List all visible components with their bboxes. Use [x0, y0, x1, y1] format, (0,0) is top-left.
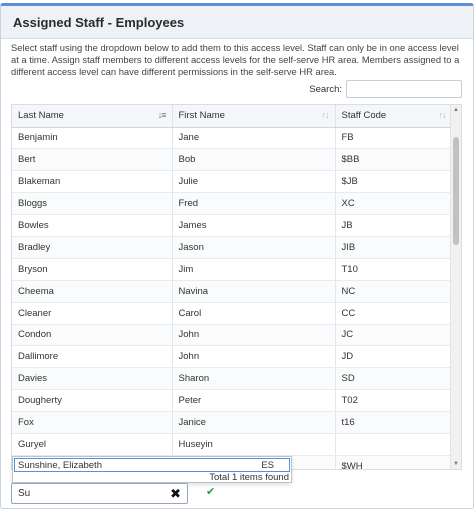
cell-first-name: John	[172, 345, 336, 369]
cell-staff-code: JB	[335, 214, 453, 237]
cell-last-name: Davies	[12, 367, 173, 391]
table-row[interactable]: Cleaner Carol CC	[12, 302, 453, 325]
panel-header: Assigned Staff - Employees	[1, 6, 473, 39]
cell-first-name: Fred	[172, 192, 336, 216]
table-row[interactable]: Davies Sharon SD	[12, 367, 453, 391]
sort-icon: ↑↓	[438, 110, 447, 120]
cell-last-name: Bert	[12, 148, 173, 172]
cell-staff-code: t16	[335, 411, 453, 434]
table-row[interactable]: Bradley Jason JIB	[12, 236, 453, 259]
cell-last-name: Fox	[12, 411, 173, 434]
scroll-up-icon[interactable]: ▲	[451, 105, 461, 115]
intro-text: Select staff using the dropdown below to…	[11, 42, 460, 77]
cell-first-name: John	[172, 324, 336, 347]
cell-staff-code: $WH	[335, 455, 453, 469]
table-row[interactable]: Benjamin Jane FB	[12, 127, 453, 150]
scroll-down-icon[interactable]: ▼	[451, 459, 461, 469]
cell-staff-code: CC	[335, 302, 453, 325]
cell-first-name: Jason	[172, 236, 336, 259]
cell-staff-code: NC	[335, 280, 453, 303]
sort-alpha-down-icon: ↓≡	[157, 110, 167, 120]
staff-table-container: Last Name ↓≡ First Name ↑↓ Staff Code ↑↓…	[11, 104, 462, 470]
cell-last-name: Bradley	[12, 236, 173, 259]
table-scrollbar[interactable]: ▲ ▼	[450, 105, 461, 469]
cell-staff-code: SD	[335, 367, 453, 391]
cell-last-name: Cleaner	[12, 302, 173, 325]
cell-staff-code: JC	[335, 324, 453, 347]
cell-first-name: Huseyin	[172, 433, 336, 456]
column-header-first-name[interactable]: First Name ↑↓	[172, 105, 336, 128]
cell-first-name: Jane	[172, 127, 336, 150]
table-row[interactable]: Blakeman Julie $JB	[12, 170, 453, 194]
cell-staff-code	[335, 433, 453, 456]
cell-first-name: Janice	[172, 411, 336, 434]
cell-staff-code: XC	[335, 192, 453, 216]
table-row[interactable]: Cheema Navina NC	[12, 280, 453, 303]
table-row[interactable]: Bowles James JB	[12, 214, 453, 237]
cell-last-name: Cheema	[12, 280, 173, 303]
table-row[interactable]: Condon John JC	[12, 324, 453, 347]
column-header-staff-code[interactable]: Staff Code ↑↓	[335, 105, 453, 128]
table-row[interactable]: Dallimore John JD	[12, 345, 453, 369]
staff-table: Last Name ↓≡ First Name ↑↓ Staff Code ↑↓…	[12, 105, 453, 469]
cell-staff-code: $BB	[335, 148, 453, 172]
dropdown-option-code: ES	[261, 459, 274, 471]
cell-first-name: Bob	[172, 148, 336, 172]
cell-staff-code: $JB	[335, 170, 453, 194]
clear-icon[interactable]: ✖	[170, 487, 181, 500]
cell-last-name: Guryel	[12, 433, 173, 456]
cell-last-name: Bloggs	[12, 192, 173, 216]
add-staff-input-value: Su	[18, 488, 31, 499]
add-staff-input[interactable]: Su ✖	[11, 483, 188, 504]
staff-dropdown: Sunshine, Elizabeth ES Total 1 items fou…	[12, 456, 292, 483]
staff-table-body: Benjamin Jane FB Bert Bob $BB Blakeman Julie $JB…	[12, 127, 453, 469]
cell-staff-code: JD	[335, 345, 453, 369]
table-row[interactable]: Fox Janice t16	[12, 411, 453, 434]
cell-first-name: Navina	[172, 280, 336, 303]
sort-icon: ↑↓	[321, 110, 330, 120]
column-header-last-name[interactable]: Last Name ↓≡	[12, 105, 173, 128]
cell-staff-code: T10	[335, 258, 453, 281]
cell-last-name: Dougherty	[12, 389, 173, 413]
cell-last-name: Blakeman	[12, 170, 173, 194]
cell-last-name: Dallimore	[12, 345, 173, 369]
cell-last-name: Bryson	[12, 258, 173, 281]
cell-last-name: Condon	[12, 324, 173, 347]
panel-title: Assigned Staff - Employees	[13, 14, 185, 30]
dropdown-option-name: Sunshine, Elizabeth	[18, 459, 102, 471]
table-row[interactable]: Bloggs Fred XC	[12, 192, 453, 216]
search-input[interactable]	[346, 80, 462, 98]
cell-staff-code: FB	[335, 127, 453, 150]
cell-staff-code: JIB	[335, 236, 453, 259]
dropdown-option[interactable]: Sunshine, Elizabeth ES	[14, 458, 290, 472]
cell-first-name: Jim	[172, 258, 336, 281]
check-icon[interactable]: ✔	[206, 485, 215, 498]
cell-first-name: Carol	[172, 302, 336, 325]
dropdown-results-count: Total 1 items found	[209, 472, 289, 483]
cell-first-name: James	[172, 214, 336, 237]
cell-last-name: Bowles	[12, 214, 173, 237]
cell-first-name: Julie	[172, 170, 336, 194]
table-row[interactable]: Bert Bob $BB	[12, 148, 453, 172]
search-label: Search:	[309, 83, 342, 95]
scroll-thumb[interactable]	[453, 137, 459, 245]
cell-last-name: Benjamin	[12, 127, 173, 150]
cell-first-name: Peter	[172, 389, 336, 413]
cell-first-name: Sharon	[172, 367, 336, 391]
table-row[interactable]: Dougherty Peter T02	[12, 389, 453, 413]
cell-staff-code: T02	[335, 389, 453, 413]
table-row[interactable]: Bryson Jim T10	[12, 258, 453, 281]
table-row[interactable]: Guryel Huseyin	[12, 433, 453, 456]
search-row: Search:	[309, 80, 462, 98]
